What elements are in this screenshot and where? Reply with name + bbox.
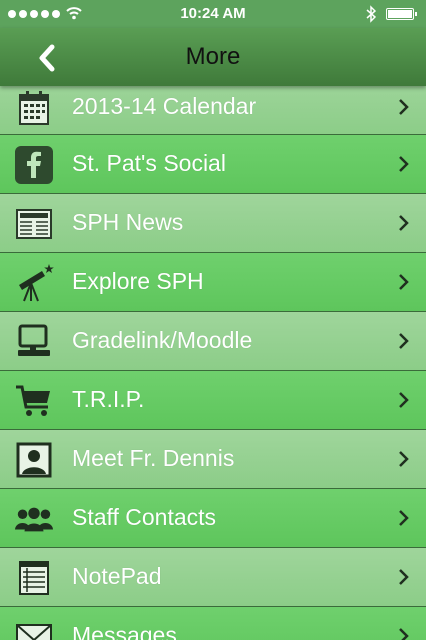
chevron-right-icon [399, 333, 409, 349]
chevron-right-icon [399, 628, 409, 640]
menu-item-meet-fr-dennis[interactable]: Meet Fr. Dennis [0, 430, 426, 489]
menu-item-label: Staff Contacts [72, 504, 217, 530]
menu-item-label: 2013-14 Calendar [72, 93, 257, 119]
battery-icon [386, 8, 417, 20]
page-title: More [185, 43, 241, 70]
menu-item-label: Gradelink/Moodle [72, 327, 253, 353]
chevron-right-icon [399, 510, 409, 526]
envelope-icon [14, 617, 54, 640]
menu-item-staff-contacts[interactable]: Staff Contacts [0, 489, 426, 548]
menu-item-notepad[interactable]: NotePad [0, 548, 426, 607]
menu-item-social[interactable]: St. Pat's Social [0, 135, 426, 194]
chevron-right-icon [399, 569, 409, 585]
computer-icon [14, 322, 54, 362]
people-icon [14, 499, 54, 539]
chevron-right-icon [399, 99, 409, 115]
shopping-cart-icon [14, 381, 54, 421]
chevron-right-icon [399, 392, 409, 408]
menu-list: 2013-14 Calendar St. Pat's Social SPH Ne… [0, 78, 426, 640]
menu-item-gradelink[interactable]: Gradelink/Moodle [0, 312, 426, 371]
chevron-right-icon [399, 274, 409, 290]
portrait-icon [14, 440, 54, 480]
menu-item-label: Messages [72, 622, 177, 640]
newspaper-icon [14, 204, 54, 244]
bluetooth-icon [366, 5, 376, 23]
menu-item-label: NotePad [72, 563, 162, 589]
notepad-icon [14, 558, 54, 598]
menu-item-calendar[interactable]: 2013-14 Calendar [0, 78, 426, 135]
telescope-icon [14, 263, 54, 303]
menu-item-label: Explore SPH [72, 268, 204, 294]
calendar-icon [14, 88, 54, 128]
status-time: 10:24 AM [180, 5, 246, 22]
nav-bar: More [0, 28, 426, 86]
chevron-right-icon [399, 215, 409, 231]
menu-item-label: Meet Fr. Dennis [72, 445, 235, 471]
chevron-right-icon [399, 156, 409, 172]
menu-item-label: T.R.I.P. [72, 386, 145, 412]
app-screen: 10:24 AM More 2013-14 Calendar St. Pat's… [0, 0, 426, 640]
menu-item-explore[interactable]: Explore SPH [0, 253, 426, 312]
facebook-icon [14, 145, 54, 185]
menu-item-messages[interactable]: Messages [0, 607, 426, 640]
menu-item-label: St. Pat's Social [72, 150, 226, 176]
chevron-right-icon [399, 451, 409, 467]
menu-item-label: SPH News [72, 209, 184, 235]
menu-item-trip[interactable]: T.R.I.P. [0, 371, 426, 430]
menu-item-news[interactable]: SPH News [0, 194, 426, 253]
status-bar: 10:24 AM [0, 0, 426, 28]
